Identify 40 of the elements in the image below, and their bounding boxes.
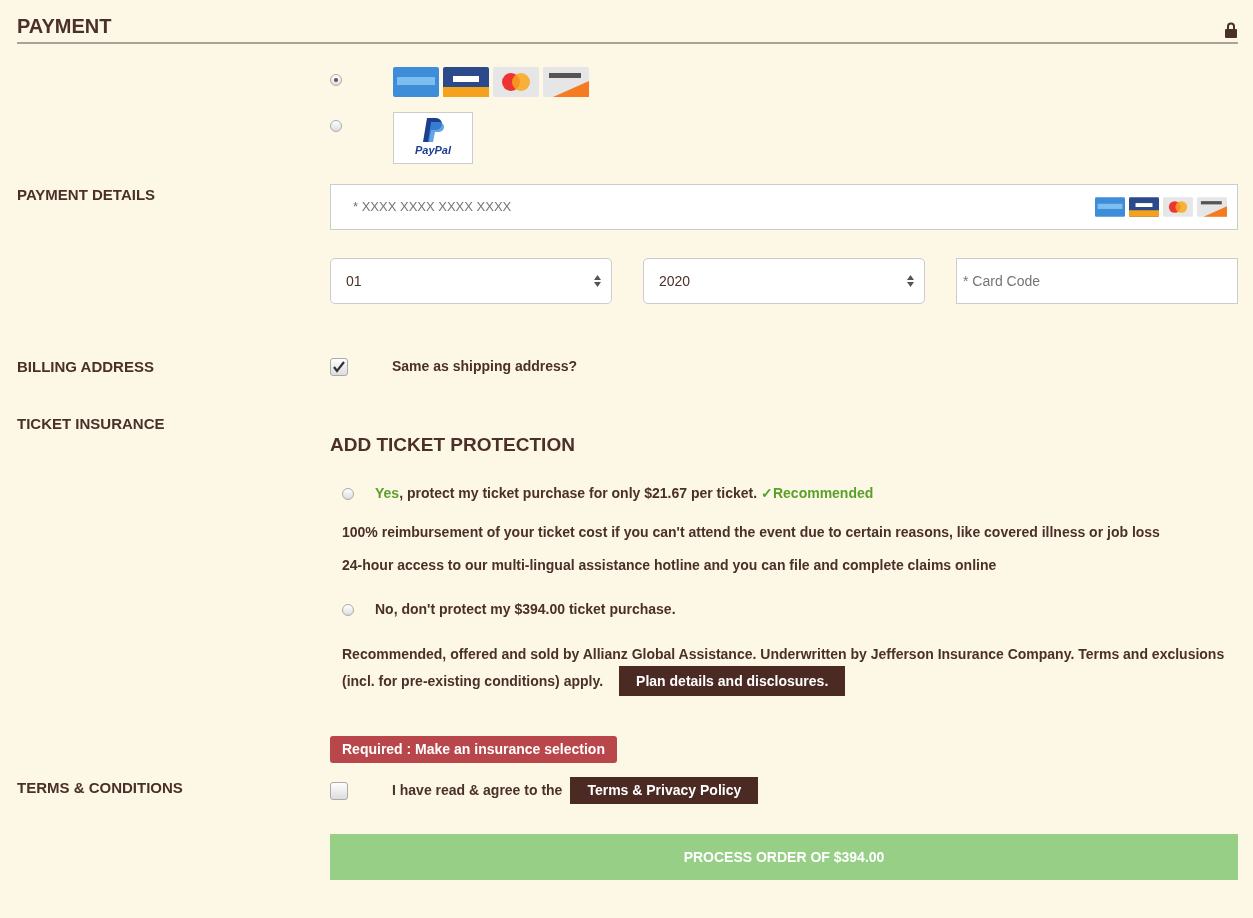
- section-title: PAYMENT: [17, 14, 112, 38]
- card-code-field[interactable]: * Card Code: [956, 258, 1238, 304]
- field-label: PAYMENT DETAILS: [17, 186, 156, 203]
- checkbox-label: I have read & agree to the: [392, 781, 563, 800]
- field-label: TERMS & CONDITIONS: [17, 779, 183, 796]
- field-label: TICKET INSURANCE: [17, 414, 165, 432]
- terms-button[interactable]: Terms & Privacy Policy: [570, 777, 759, 804]
- credit-card-icon: [493, 66, 539, 98]
- radio-button[interactable]: [330, 120, 342, 132]
- card-number-field[interactable]: * XXXX XXXX XXXX XXXX: [330, 184, 1238, 230]
- credit-card-icon: [393, 66, 439, 98]
- option-label: Yes, protect my ticket purchase for only $21.67 per ticket. ✓Recommended: [375, 484, 874, 503]
- lock-icon: [1224, 22, 1238, 38]
- paypal-logo: PayPal: [393, 112, 473, 164]
- sort-arrows-icon: [907, 275, 914, 287]
- error-message: Required : Make an insurance selection: [330, 736, 617, 763]
- checkbox-label: Same as shipping address?: [392, 357, 578, 376]
- radio-button[interactable]: [342, 487, 354, 500]
- radio-button[interactable]: [342, 603, 354, 616]
- select-field[interactable]: 2020: [643, 258, 925, 304]
- plan-details-button[interactable]: Plan details and disclosures.: [619, 666, 846, 696]
- sort-arrows-icon: [594, 275, 601, 287]
- credit-card-icon: [543, 66, 589, 98]
- disclaimer-text: (incl. for pre-existing conditions) apply.: [342, 672, 604, 691]
- select-field[interactable]: 01: [330, 258, 612, 304]
- credit-card-icon: [443, 66, 489, 98]
- section-heading: ADD TICKET PROTECTION: [330, 432, 576, 457]
- option-label: No, don't protect my $394.00 ticket purchase.: [375, 600, 676, 619]
- benefit-text: 24-hour access to our multi-lingual assistance hotline and you can file and complete claims online: [342, 556, 998, 575]
- checkbox[interactable]: [330, 781, 348, 800]
- benefit-text: 100% reimbursement of your ticket cost if you can't attend the event due to certain reasons, like covered illness or job loss: [342, 523, 1161, 542]
- checkbox[interactable]: [330, 357, 348, 376]
- disclaimer-text: Recommended, offered and sold by Allianz Global Assistance. Underwritten by Jefferson Insurance Company. Terms and exclusions: [342, 645, 1225, 664]
- credit-card-icon: [1095, 197, 1125, 217]
- credit-card-icon: [1197, 197, 1227, 217]
- field-label: BILLING ADDRESS: [17, 358, 154, 375]
- credit-card-icon: [1129, 197, 1159, 217]
- card-number-input[interactable]: * XXXX XXXX XXXX XXXX: [351, 196, 1095, 218]
- radio-button[interactable]: [330, 74, 342, 86]
- credit-card-icon: [1163, 197, 1193, 217]
